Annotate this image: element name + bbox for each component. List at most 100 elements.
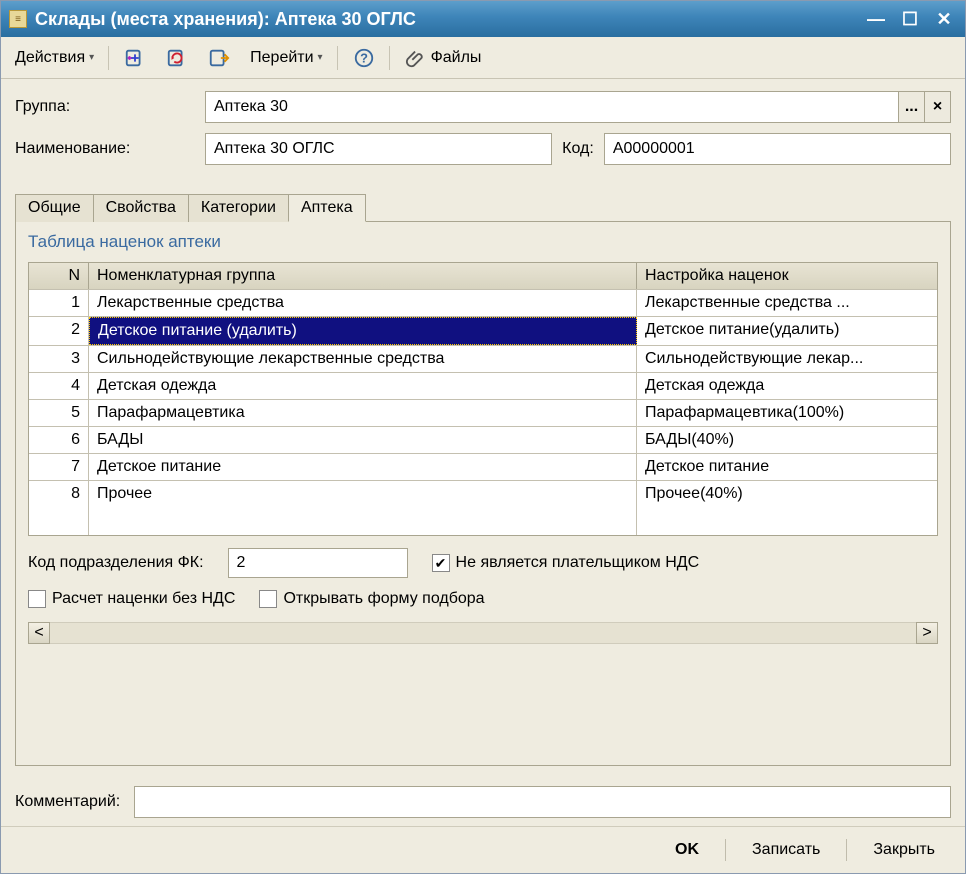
cell-group[interactable]: Детское питание [89, 454, 637, 480]
group-select-button[interactable]: ... [899, 91, 925, 123]
cell-markup[interactable]: Детское питание(удалить) [637, 317, 937, 345]
maximize-button[interactable]: ☐ [895, 6, 925, 32]
name-input[interactable] [205, 133, 552, 165]
toolbar-add-button[interactable] [118, 43, 152, 73]
save-button[interactable]: Записать [740, 837, 832, 863]
cell-n[interactable]: 8 [29, 481, 89, 507]
header-markup[interactable]: Настройка наценок [637, 263, 937, 289]
horizontal-scrollbar[interactable]: < > [28, 622, 938, 644]
add-icon [124, 47, 146, 69]
cell-group[interactable]: БАДЫ [89, 427, 637, 453]
fk-code-input[interactable] [228, 548, 408, 578]
scroll-track[interactable] [50, 622, 916, 644]
name-field-row: Наименование: Код: [15, 133, 951, 165]
cell-n[interactable]: 4 [29, 373, 89, 399]
not-vat-payer-label: Не является плательщиком НДС [456, 554, 700, 572]
tab-body-pharmacy: Таблица наценок аптеки N Номенклатурная … [16, 222, 950, 765]
table-row[interactable]: 8ПрочееПрочее(40%) [29, 481, 937, 507]
footer: OK Записать Закрыть [1, 826, 965, 873]
grid-header: N Номенклатурная группа Настройка нацено… [29, 263, 937, 290]
markup-without-vat-label: Расчет наценки без НДС [52, 590, 235, 608]
open-selection-form-checkbox[interactable]: Открывать форму подбора [259, 590, 484, 608]
cell-markup[interactable]: Детское питание [637, 454, 937, 480]
actions-label: Действия [15, 49, 85, 67]
tab-properties[interactable]: Свойства [93, 194, 189, 222]
window-title: Склады (места хранения): Аптека 30 ОГЛС [35, 9, 857, 30]
cell-markup[interactable]: Парафармацевтика(100%) [637, 400, 937, 426]
comment-input[interactable] [134, 786, 951, 818]
header-group[interactable]: Номенклатурная группа [89, 263, 637, 289]
name-label: Наименование: [15, 140, 195, 158]
cell-markup[interactable]: БАДЫ(40%) [637, 427, 937, 453]
cell-n[interactable]: 2 [29, 317, 89, 345]
toolbar: Действия ▾ Перейти ▾ ? Файлы [1, 37, 965, 79]
toolbar-separator [108, 46, 110, 70]
ok-button[interactable]: OK [663, 837, 711, 863]
minimize-button[interactable]: — [861, 6, 891, 32]
titlebar: ≡ Склады (места хранения): Аптека 30 ОГЛ… [1, 1, 965, 37]
table-row[interactable]: 5ПарафармацевтикаПарафармацевтика(100%) [29, 400, 937, 427]
table-row[interactable]: 7Детское питаниеДетское питание [29, 454, 937, 481]
window-icon: ≡ [9, 10, 27, 28]
cell-group[interactable]: Детская одежда [89, 373, 637, 399]
cell-markup[interactable]: Сильнодействующие лекар... [637, 346, 937, 372]
fk-code-row: Код подразделения ФК: ✔ Не является плат… [28, 548, 938, 578]
tab-categories[interactable]: Категории [188, 194, 289, 222]
table-row[interactable]: 3Сильнодействующие лекарственные средств… [29, 346, 937, 373]
table-row[interactable]: 4Детская одеждаДетская одежда [29, 373, 937, 400]
cell-group[interactable]: Детское питание (удалить) [89, 317, 637, 345]
table-row[interactable]: 2Детское питание (удалить)Детское питани… [29, 317, 937, 346]
files-label: Файлы [431, 49, 482, 67]
additional-options-row: Расчет наценки без НДС Открывать форму п… [28, 590, 938, 608]
cell-n[interactable]: 1 [29, 290, 89, 316]
footer-separator [846, 839, 847, 861]
toolbar-separator [389, 46, 391, 70]
main-window: ≡ Склады (места хранения): Аптека 30 ОГЛ… [0, 0, 966, 874]
cell-n[interactable]: 7 [29, 454, 89, 480]
markup-grid[interactable]: N Номенклатурная группа Настройка нацено… [28, 262, 938, 536]
cell-group[interactable]: Сильнодействующие лекарственные средства [89, 346, 637, 372]
files-button[interactable]: Файлы [399, 43, 488, 73]
help-icon: ? [353, 47, 375, 69]
checkbox-icon: ✔ [432, 554, 450, 572]
fk-code-label: Код подразделения ФК: [28, 554, 204, 572]
table-row[interactable]: 6БАДЫБАДЫ(40%) [29, 427, 937, 454]
cell-markup[interactable]: Прочее(40%) [637, 481, 937, 507]
tab-pharmacy[interactable]: Аптека [288, 194, 366, 222]
cell-n[interactable]: 6 [29, 427, 89, 453]
close-window-button[interactable]: ✕ [929, 6, 959, 32]
cell-markup[interactable]: Детская одежда [637, 373, 937, 399]
tab-general[interactable]: Общие [15, 194, 94, 222]
actions-menu[interactable]: Действия ▾ [9, 43, 100, 73]
help-button[interactable]: ? [347, 43, 381, 73]
cell-markup[interactable]: Лекарственные средства ... [637, 290, 937, 316]
table-row[interactable]: 1Лекарственные средстваЛекарственные сре… [29, 290, 937, 317]
scroll-left-button[interactable]: < [28, 622, 50, 644]
header-n[interactable]: N [29, 263, 89, 289]
cell-group[interactable]: Лекарственные средства [89, 290, 637, 316]
code-input[interactable] [604, 133, 951, 165]
tabs-container: Общие Свойства Категории Аптека Таблица … [15, 221, 951, 766]
not-vat-payer-checkbox[interactable]: ✔ Не является плательщиком НДС [432, 554, 700, 572]
close-button[interactable]: Закрыть [861, 837, 947, 863]
checkbox-icon [28, 590, 46, 608]
markup-without-vat-checkbox[interactable]: Расчет наценки без НДС [28, 590, 235, 608]
toolbar-goto-item-button[interactable] [202, 43, 236, 73]
svg-text:?: ? [360, 50, 368, 65]
group-clear-button[interactable]: × [925, 91, 951, 123]
cell-n[interactable]: 3 [29, 346, 89, 372]
goto-label: Перейти [250, 49, 313, 67]
open-selection-form-label: Открывать форму подбора [283, 590, 484, 608]
comment-row: Комментарий: [1, 778, 965, 826]
toolbar-refresh-button[interactable] [160, 43, 194, 73]
cell-group[interactable]: Прочее [89, 481, 637, 507]
group-input[interactable] [205, 91, 899, 123]
cell-group[interactable]: Парафармацевтика [89, 400, 637, 426]
tabs-row: Общие Свойства Категории Аптека [15, 194, 950, 222]
goto-menu[interactable]: Перейти ▾ [244, 43, 328, 73]
cell-n[interactable]: 5 [29, 400, 89, 426]
scroll-right-button[interactable]: > [916, 622, 938, 644]
chevron-down-icon: ▾ [318, 52, 323, 63]
grid-blank-row[interactable] [29, 507, 937, 535]
chevron-down-icon: ▾ [89, 52, 94, 63]
